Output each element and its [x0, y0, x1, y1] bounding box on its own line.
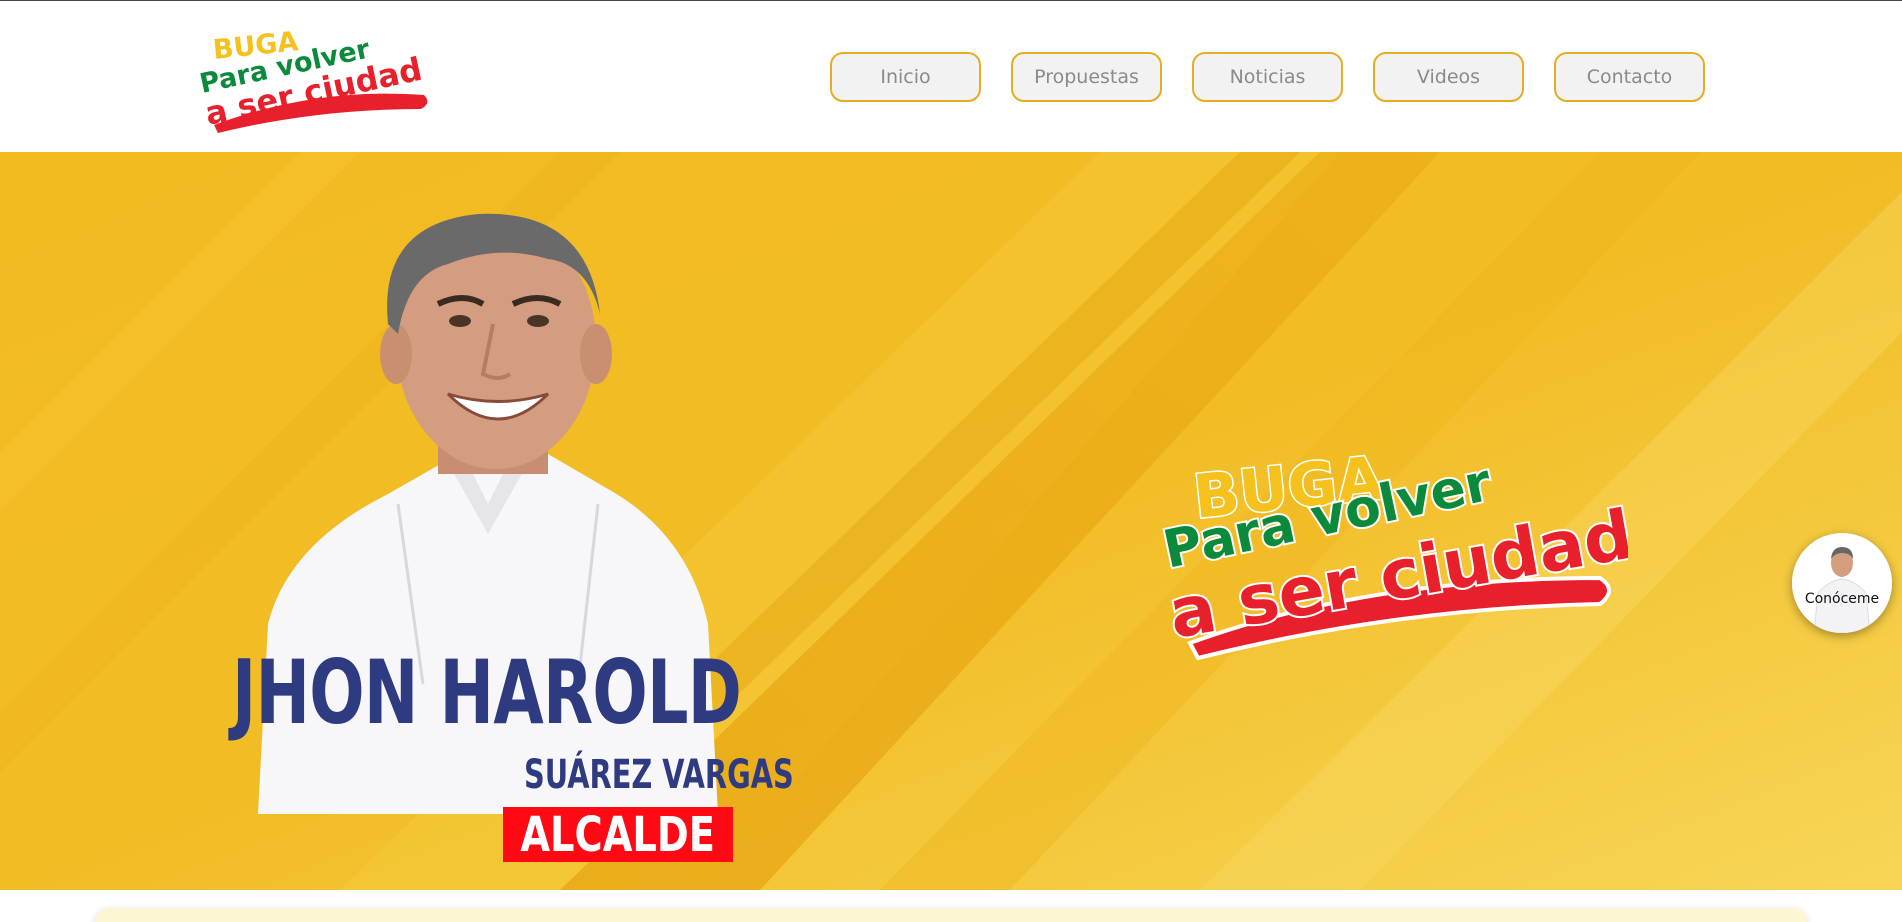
main-nav: Inicio Propuestas Noticias Videos Contac…: [830, 52, 1705, 102]
meet-me-button[interactable]: Conóceme: [1792, 533, 1892, 633]
candidate-thumbnail: [1792, 533, 1892, 633]
site-header: BUGA Para volver a ser ciudad Inicio Pro…: [0, 1, 1902, 152]
hero-banner: JHON HAROLD SUÁREZ VARGAS ALCALDE BUGA P…: [0, 152, 1902, 890]
meet-me-label: Conóceme: [1804, 591, 1880, 607]
campaign-slogan: BUGA Para volver a ser ciudad: [1156, 442, 1628, 661]
nav-inicio-button[interactable]: Inicio: [830, 52, 981, 102]
candidate-first-name: JHON HAROLD: [232, 641, 742, 744]
role-badge: ALCALDE: [503, 806, 733, 863]
content-card-top: [95, 908, 1807, 922]
candidate-last-name: SUÁREZ VARGAS: [524, 752, 794, 798]
nav-videos-button[interactable]: Videos: [1373, 52, 1524, 102]
nav-contacto-button[interactable]: Contacto: [1554, 52, 1705, 102]
nav-noticias-button[interactable]: Noticias: [1192, 52, 1343, 102]
site-logo[interactable]: BUGA Para volver a ser ciudad: [196, 17, 436, 135]
nav-propuestas-button[interactable]: Propuestas: [1011, 52, 1162, 102]
role-label: ALCALDE: [520, 806, 716, 863]
